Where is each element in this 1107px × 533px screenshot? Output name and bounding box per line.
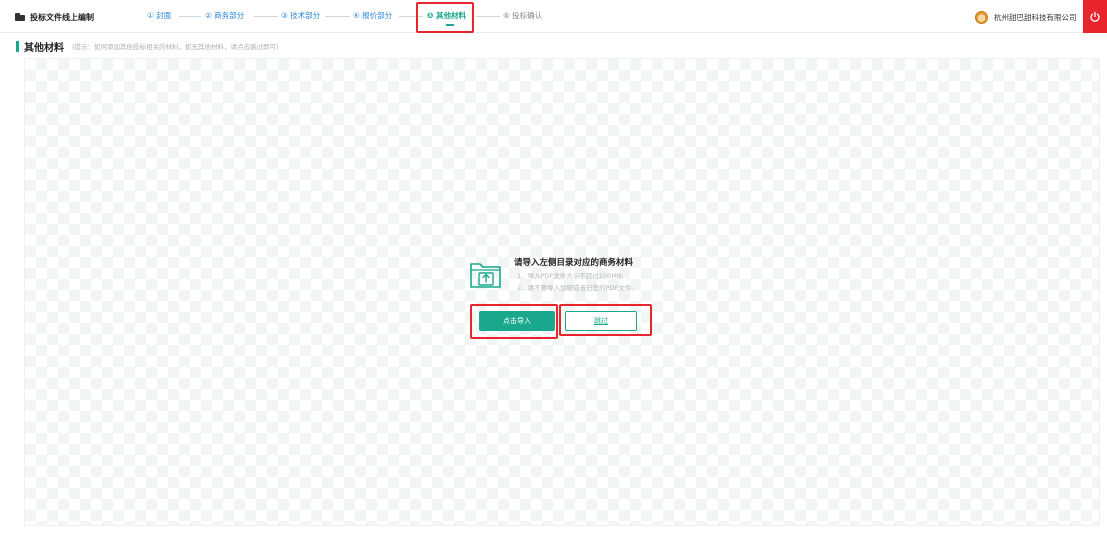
step-connector xyxy=(254,16,278,17)
power-icon xyxy=(1090,11,1100,22)
step-other-materials[interactable]: ❺ 其他材料 xyxy=(427,9,466,23)
step-connector xyxy=(476,16,500,17)
import-note: 1、导入PDF文件大小不超过100MB; xyxy=(517,272,624,280)
company-account[interactable]: 杭州甜巴甜科技有限公司 xyxy=(975,8,1077,26)
step-cover[interactable]: ① 封面 xyxy=(147,9,171,23)
step-connector xyxy=(325,16,350,17)
step-technical[interactable]: ③ 技术部分 xyxy=(281,9,320,23)
title-accent-bar xyxy=(16,40,19,52)
import-heading: 请导入左侧目录对应的商务材料 xyxy=(514,258,634,268)
step-quote[interactable]: ④ 报价部分 xyxy=(353,9,392,23)
company-name: 杭州甜巴甜科技有限公司 xyxy=(994,12,1077,22)
section-title: 其他材料 (提示：如何添加其他投标相关的材料，如无其他材料，请点击跳过即可) xyxy=(16,39,279,54)
step-business[interactable]: ② 商务部分 xyxy=(205,9,244,23)
folder-icon xyxy=(15,13,25,21)
app-title-text: 投标文件线上编制 xyxy=(30,12,94,22)
folder-upload-icon xyxy=(470,263,501,288)
step-connector xyxy=(399,16,423,17)
page-title: 其他材料 xyxy=(24,42,64,54)
import-note: 2、请不要导入加密或者已签的PDF文件; xyxy=(517,284,634,292)
import-panel: 请导入左侧目录对应的商务材料 1、导入PDF文件大小不超过100MB; 2、请不… xyxy=(469,250,669,350)
skip-button[interactable]: 跳过 xyxy=(565,311,637,331)
step-bid-confirm[interactable]: ⑥ 投标确认 xyxy=(503,9,542,23)
step-connector xyxy=(179,16,201,17)
avatar xyxy=(975,10,988,24)
top-header: 投标文件线上编制 ① 封面 ② 商务部分 ③ 技术部分 ④ 报价部分 ❺ 其他材… xyxy=(0,0,1107,33)
active-step-indicator xyxy=(446,24,454,26)
app-title: 投标文件线上编制 xyxy=(15,10,94,24)
logout-button[interactable] xyxy=(1083,0,1107,33)
import-button[interactable]: 点击导入 xyxy=(479,311,555,331)
page-hint: (提示：如何添加其他投标相关的材料，如无其他材料，请点击跳过即可) xyxy=(72,43,279,51)
